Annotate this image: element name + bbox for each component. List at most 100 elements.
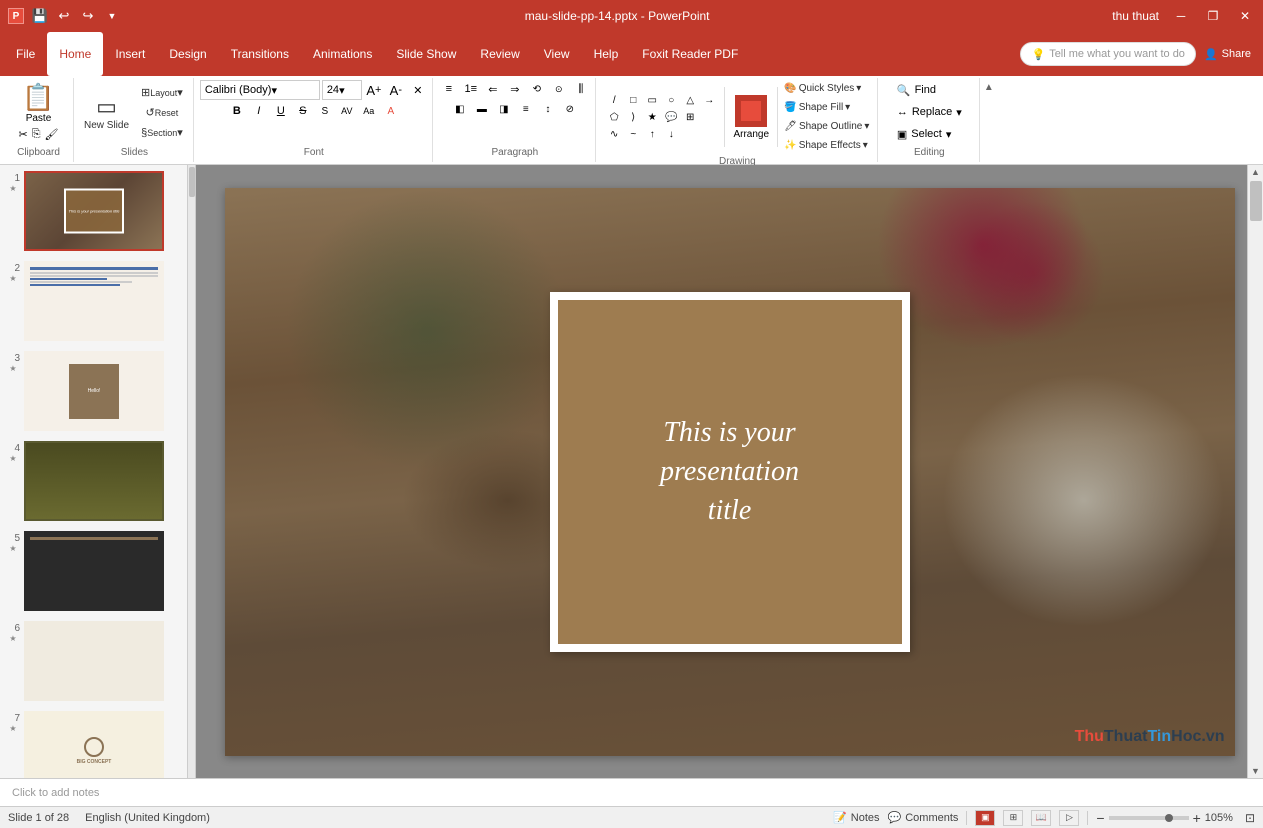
scroll-thumb[interactable] (1250, 181, 1262, 221)
copy-button[interactable]: ⎘ (31, 127, 42, 142)
shape-more[interactable]: ⊞ (681, 109, 699, 125)
slide-thumb-4[interactable]: 4 ★ (4, 439, 183, 523)
decrease-font-button[interactable]: A- (386, 81, 406, 99)
menu-view[interactable]: View (532, 32, 582, 76)
columns-button[interactable]: ⫼ (571, 80, 591, 98)
cut-button[interactable]: ✂ (18, 127, 29, 142)
shape-freeform[interactable]: ~ (624, 126, 642, 142)
shape-curve[interactable]: ∿ (605, 126, 623, 142)
strikethrough-button[interactable]: S (293, 102, 313, 120)
replace-button[interactable]: ↔ Replace ▾ (893, 102, 966, 122)
notes-bar[interactable]: Click to add notes (0, 778, 1263, 806)
find-button[interactable]: 🔍 Find (893, 80, 940, 100)
slide-thumb-1[interactable]: 1 ★ This is your presentation title (4, 169, 183, 253)
menu-animations[interactable]: Animations (301, 32, 384, 76)
shape-chevron[interactable]: ⟩ (624, 109, 642, 125)
menu-review[interactable]: Review (468, 32, 531, 76)
restore-button[interactable]: ❐ (1203, 6, 1223, 26)
font-color-button[interactable]: A (381, 102, 401, 120)
shape-callout[interactable]: 💬 (662, 109, 680, 125)
ribbon-collapse-button[interactable]: ▲ (982, 80, 996, 95)
slide-image-1[interactable]: This is your presentation title (24, 171, 164, 251)
shape-pentagon[interactable]: ⬠ (605, 109, 623, 125)
slide-thumb-5[interactable]: 5 ★ (4, 529, 183, 613)
slide-image-3[interactable]: Hello! (24, 351, 164, 431)
slide-thumb-2[interactable]: 2 ★ (4, 259, 183, 343)
menu-foxit[interactable]: Foxit Reader PDF (630, 32, 750, 76)
clear-format-button[interactable]: ✕ (408, 81, 428, 99)
shape-line[interactable]: / (605, 92, 623, 108)
slide-canvas[interactable]: This is your presentation title ThuThuat… (225, 188, 1235, 756)
section-button[interactable]: § Section ▾ (137, 124, 187, 142)
line-spacing-button[interactable]: ↕ (538, 100, 558, 118)
slide-image-7[interactable]: BIG CONCEPT (24, 711, 164, 778)
reset-button[interactable]: ↺ Reset (137, 104, 187, 122)
arrange-button[interactable]: Arrange (729, 87, 773, 147)
tell-me-box[interactable]: 💡 Tell me what you want to do (1020, 42, 1195, 66)
slide-panel-scroll-thumb[interactable] (189, 167, 195, 197)
zoom-slider[interactable] (1109, 816, 1189, 820)
font-name-dropdown[interactable]: Calibri (Body) ▾ (200, 80, 320, 100)
scroll-down-button[interactable]: ▼ (1250, 764, 1262, 778)
slide-image-6[interactable] (24, 621, 164, 701)
convert-smartart-button[interactable]: ⊙ (549, 80, 569, 98)
shape-rect[interactable]: □ (624, 92, 642, 108)
menu-slideshow[interactable]: Slide Show (384, 32, 468, 76)
shape-oval[interactable]: ○ (662, 92, 680, 108)
normal-view-button[interactable]: ▣ (975, 810, 995, 826)
customize-quick-access[interactable]: ▼ (102, 6, 122, 26)
slide-image-4[interactable] (24, 441, 164, 521)
new-slide-button[interactable]: ▭ New Slide (80, 83, 133, 143)
menu-home[interactable]: Home (47, 32, 103, 76)
scroll-up-button[interactable]: ▲ (1250, 165, 1262, 179)
paste-button[interactable]: 📋 Paste (16, 80, 60, 126)
format-painter-button[interactable]: 🖌 (44, 127, 60, 142)
share-button[interactable]: Share (1222, 48, 1251, 60)
align-right-button[interactable]: ◨ (494, 100, 514, 118)
slide-image-2[interactable] (24, 261, 164, 341)
shape-tri[interactable]: △ (681, 92, 699, 108)
quick-styles-button[interactable]: 🎨 Quick Styles ▾ (782, 80, 871, 97)
shape-star[interactable]: ★ (643, 109, 661, 125)
undo-button[interactable]: ↩ (54, 6, 74, 26)
minimize-button[interactable]: ─ (1171, 6, 1191, 26)
zoom-in-button[interactable]: + (1193, 810, 1201, 826)
numbering-button[interactable]: 1≡ (461, 80, 481, 98)
text-direction-button[interactable]: ⟲ (527, 80, 547, 98)
align-center-button[interactable]: ▬ (472, 100, 492, 118)
menu-file[interactable]: File (4, 32, 47, 76)
shape-fill-button[interactable]: 🪣 Shape Fill ▾ (782, 99, 871, 116)
close-button[interactable]: ✕ (1235, 6, 1255, 26)
menu-transitions[interactable]: Transitions (219, 32, 301, 76)
shape-down-arrow[interactable]: ↓ (662, 126, 680, 142)
bold-button[interactable]: B (227, 102, 247, 120)
align-left-button[interactable]: ◧ (450, 100, 470, 118)
shadow-button[interactable]: S (315, 102, 335, 120)
title-box-container[interactable]: This is your presentation title (550, 292, 910, 652)
remove-text-format-button[interactable]: ⊘ (560, 100, 580, 118)
menu-help[interactable]: Help (582, 32, 631, 76)
bullets-button[interactable]: ≡ (439, 80, 459, 98)
shape-arrow[interactable]: → (700, 92, 718, 108)
notes-button[interactable]: 📝 Notes (833, 811, 879, 824)
reading-view-button[interactable]: 📖 (1031, 810, 1051, 826)
zoom-out-button[interactable]: − (1096, 810, 1104, 826)
slide-image-5[interactable] (24, 531, 164, 611)
shape-effects-button[interactable]: ✨ Shape Effects ▾ (782, 137, 871, 154)
justify-button[interactable]: ≡ (516, 100, 536, 118)
select-button[interactable]: ▣ Select ▾ (893, 124, 956, 144)
shape-up-arrow[interactable]: ↑ (643, 126, 661, 142)
change-case-button[interactable]: Aa (359, 102, 379, 120)
menu-insert[interactable]: Insert (103, 32, 157, 76)
shape-outline-button[interactable]: 🖊 Shape Outline ▾ (782, 118, 871, 135)
increase-indent-button[interactable]: ⇒ (505, 80, 525, 98)
underline-button[interactable]: U (271, 102, 291, 120)
fit-slide-button[interactable]: ⊡ (1245, 811, 1255, 825)
slide-thumb-6[interactable]: 6 ★ (4, 619, 183, 703)
italic-button[interactable]: I (249, 102, 269, 120)
slide-thumb-3[interactable]: 3 ★ Hello! (4, 349, 183, 433)
char-spacing-button[interactable]: AV (337, 102, 357, 120)
font-size-dropdown[interactable]: 24 ▾ (322, 80, 362, 100)
decrease-indent-button[interactable]: ⇐ (483, 80, 503, 98)
slideshow-button[interactable]: ▷ (1059, 810, 1079, 826)
